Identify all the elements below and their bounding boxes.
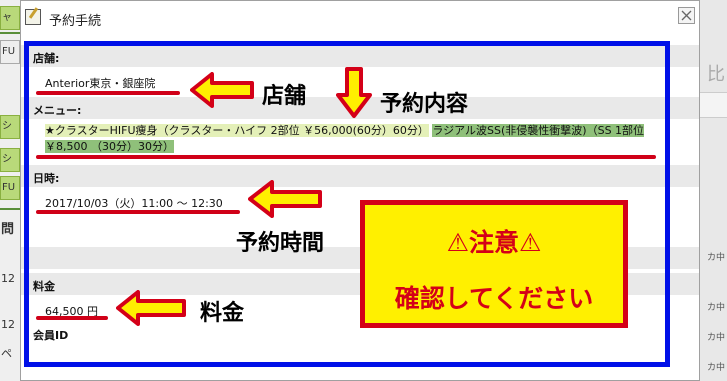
bg-row: [700, 92, 727, 118]
red-underline: [36, 316, 108, 320]
store-value: Anterior東京・銀座院: [45, 77, 156, 90]
red-underline: [36, 155, 656, 159]
annotation-time: 予約時間: [236, 231, 325, 256]
notice-heading: ⚠注意⚠: [446, 228, 542, 257]
left-arrow-icon: [248, 180, 322, 218]
bg-text: カ中: [706, 303, 725, 313]
red-underline: [36, 91, 180, 95]
dialog-title: 予約手続: [49, 14, 102, 29]
bg-text: FU: [2, 46, 16, 57]
menu-item: ★クラスターHIFU痩身（クラスター・ハイフ 2部位 ￥56,000(60分）6…: [45, 124, 429, 137]
bg-text: シ: [2, 154, 12, 165]
annotation-contents: 予約内容: [380, 92, 469, 117]
bg-text: カ中: [706, 333, 725, 343]
bg-text: 問: [1, 222, 15, 237]
bg-text: 12: [1, 318, 15, 331]
bg-tab: FU: [0, 40, 20, 64]
notice-text: 確認してください: [394, 284, 594, 313]
bg-tab: シ: [0, 115, 20, 139]
label-band: [21, 45, 699, 67]
bg-tab: シ: [0, 148, 20, 172]
store-label: 店舗:: [33, 52, 60, 65]
bg-divider: [0, 32, 20, 34]
bg-text: 比: [707, 64, 725, 85]
menu-item: ラジアル波SS(非侵襲性衝撃波)（SS 1部位: [432, 124, 645, 137]
menu-label: メニュー:: [33, 104, 82, 117]
close-button[interactable]: [678, 7, 695, 24]
left-arrow-icon: [190, 72, 254, 108]
dialog-titlebar[interactable]: 予約手続: [21, 1, 699, 36]
annotation-store: 店舗: [262, 84, 307, 109]
bg-text: シ: [2, 121, 12, 132]
down-arrow-icon: [336, 67, 372, 118]
bg-text: FU: [2, 182, 16, 193]
bg-text: ペ: [1, 347, 12, 360]
member-id-label: 会員ID: [33, 329, 69, 342]
left-arrow-icon: [116, 290, 186, 326]
annotation-price: 料金: [200, 301, 245, 326]
bg-text: カ中: [706, 363, 725, 373]
background-app-right: 比 カ中 カ中 カ中 カ中: [700, 0, 727, 381]
close-icon: [681, 10, 692, 21]
datetime-value: 2017/10/03（火）11:00 ～ 12:30: [45, 197, 223, 210]
menu-item: ￥8,500 （30分）30分）: [45, 140, 174, 153]
bg-text: 12: [1, 272, 15, 285]
notepad-icon: [25, 9, 41, 25]
bg-divider: [0, 208, 20, 210]
datetime-label: 日時:: [33, 172, 60, 185]
label-band: [21, 165, 699, 187]
bg-text: ャ: [2, 12, 12, 23]
bg-text: カ中: [706, 253, 725, 263]
background-app-left: ャ FU シ シ FU 問 12 12 ペ: [0, 0, 20, 381]
menu-value: ★クラスターHIFU痩身（クラスター・ハイフ 2部位 ￥56,000(60分）6…: [45, 123, 665, 155]
red-underline: [36, 210, 240, 214]
bg-tab: FU: [0, 176, 20, 200]
notice-box: ⚠注意⚠ 確認してください: [360, 200, 628, 328]
price-label: 料金: [33, 280, 55, 293]
bg-tab: ャ: [0, 6, 20, 30]
